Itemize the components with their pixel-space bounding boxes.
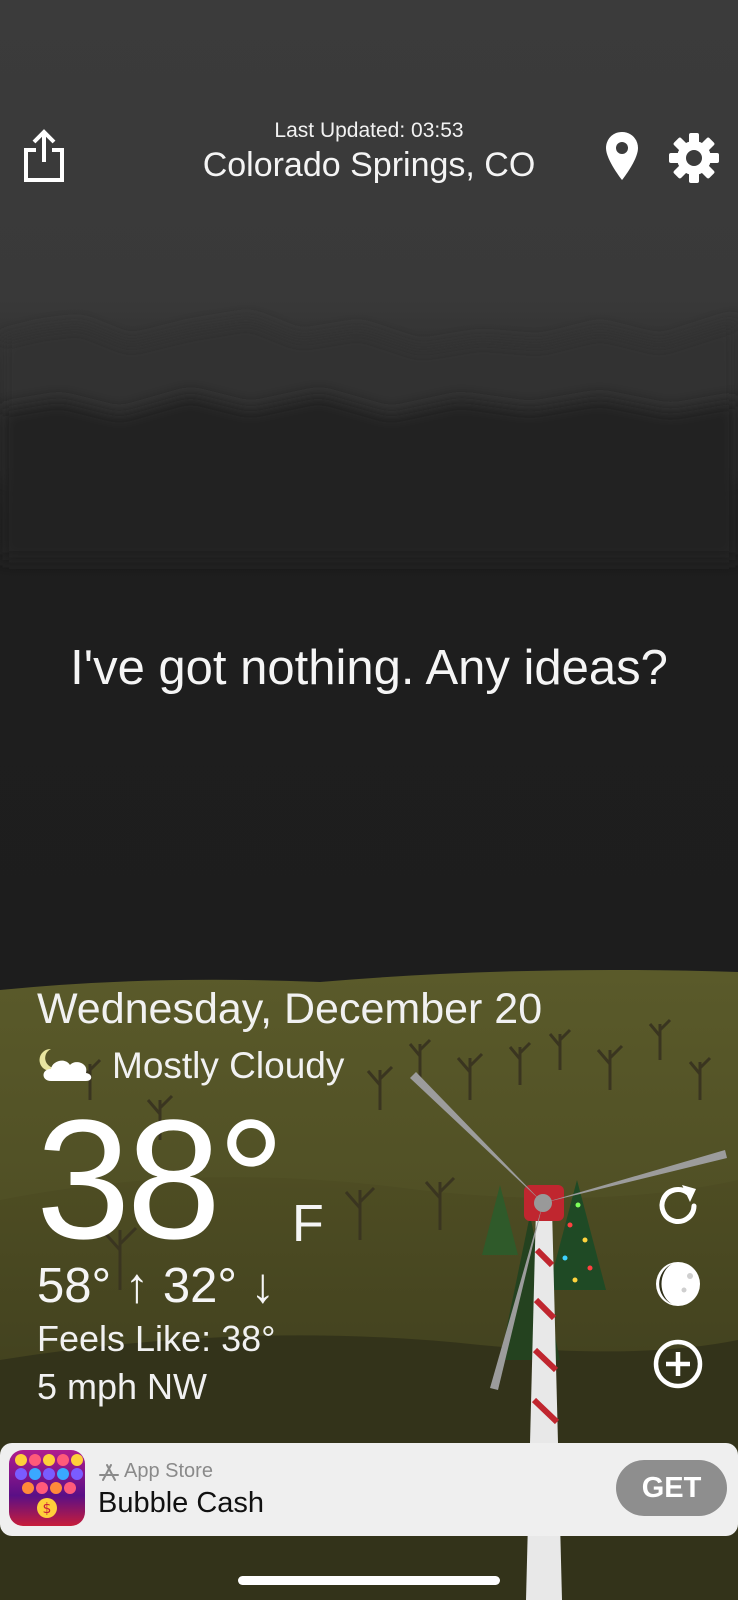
add-location-button[interactable]	[648, 1334, 708, 1394]
ad-app-icon[interactable]: $	[9, 1450, 85, 1526]
ad-app-name[interactable]: Bubble Cash	[98, 1487, 264, 1520]
add-circle-icon	[653, 1339, 703, 1389]
high-temperature: 58°	[37, 1259, 112, 1313]
temperature-unit[interactable]: F	[292, 1194, 324, 1254]
ad-get-button[interactable]: GET	[616, 1460, 727, 1516]
low-temperature: 32°	[162, 1259, 237, 1313]
moon-phase-button[interactable]	[648, 1254, 708, 1314]
date-label: Wednesday, December 20	[37, 985, 543, 1033]
svg-text:$: $	[43, 1501, 52, 1517]
snark-message: I've got nothing. Any ideas?	[70, 641, 668, 695]
refresh-icon	[659, 1185, 697, 1224]
high-low-temperatures: 58° ↑ 32° ↓	[37, 1258, 275, 1314]
moon-phase-icon	[656, 1262, 700, 1306]
landscape-illustration	[0, 320, 738, 1600]
arrow-down-icon: ↓	[250, 1259, 276, 1313]
partly-cloudy-night-icon	[39, 1048, 92, 1081]
home-indicator[interactable]	[238, 1576, 500, 1585]
feels-like-label: Feels Like: 38°	[37, 1318, 276, 1359]
map-pin-icon	[606, 132, 638, 180]
app-store-icon	[99, 1464, 119, 1481]
bubble-game-icon: $	[15, 1454, 83, 1518]
wind-label: 5 mph NW	[37, 1366, 208, 1407]
current-temperature: 38°	[36, 1085, 285, 1275]
condition-label: Mostly Cloudy	[112, 1045, 345, 1086]
ad-banner[interactable]: $ App Store Bubble Cash GET	[0, 1443, 738, 1536]
refresh-button[interactable]	[648, 1176, 708, 1236]
gear-icon	[669, 133, 719, 183]
mountain-range-near	[0, 395, 738, 560]
settings-button[interactable]	[664, 128, 724, 188]
ad-store-label: App Store	[124, 1460, 213, 1482]
location-button[interactable]	[592, 126, 652, 186]
arrow-up-icon: ↑	[124, 1259, 150, 1313]
